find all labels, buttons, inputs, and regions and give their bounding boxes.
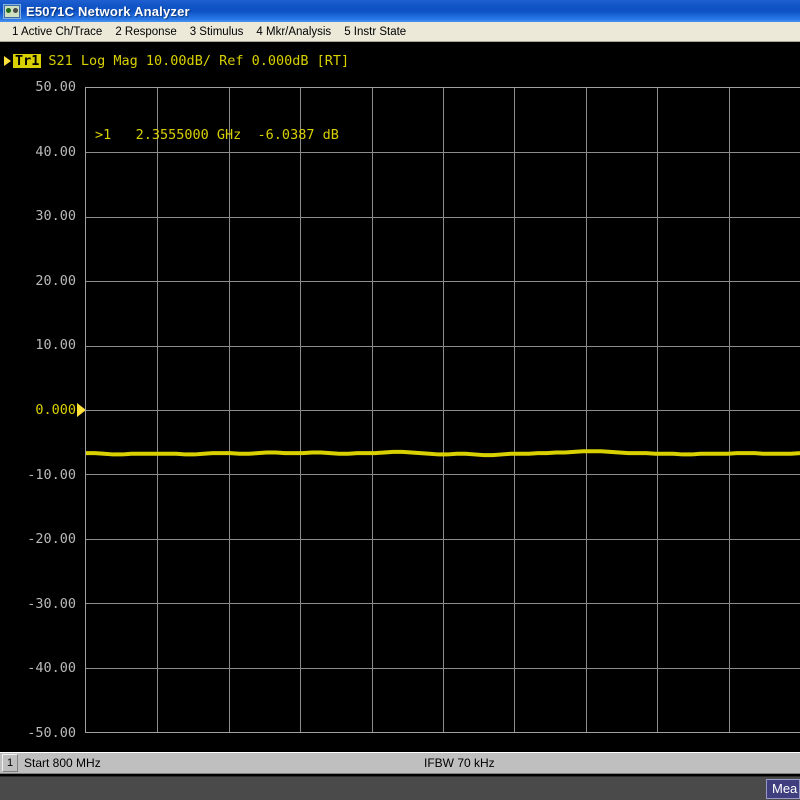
trace-selected-arrow-icon (4, 56, 11, 66)
instrument-statusbar: 1 Start 800 MHz IFBW 70 kHz (0, 752, 800, 774)
y-tick-label-50: 50.00 (35, 79, 76, 95)
window-title: E5071C Network Analyzer (26, 4, 190, 19)
y-tick-label-30: 30.00 (35, 208, 76, 224)
instrument-icon (3, 4, 21, 19)
stimulus-start-label[interactable]: Start 800 MHz (24, 756, 101, 770)
menu-item-stimulus[interactable]: 3 Stimulus (184, 24, 251, 40)
menu-item-instr-state[interactable]: 5 Instr State (338, 24, 413, 40)
network-analyzer-window: E5071C Network Analyzer 1 Active Ch/Trac… (0, 0, 800, 800)
y-tick-label-neg10: -10.00 (27, 467, 76, 483)
y-axis-labels: 50.00 40.00 30.00 20.00 10.00 0.000 -10.… (0, 87, 80, 733)
trace-tag[interactable]: Tr1 (13, 54, 41, 68)
trace-graph[interactable] (85, 87, 800, 733)
trace-status-line[interactable]: Tr1 S21 Log Mag 10.00dB/ Ref 0.000dB [RT… (4, 53, 349, 69)
taskbar-button-measurement[interactable]: Mea (766, 779, 800, 799)
marker-readout: >1 2.3555000 GHz -6.0387 dB (95, 127, 339, 143)
instrument-display: Tr1 S21 Log Mag 10.00dB/ Ref 0.000dB [RT… (0, 42, 800, 752)
s21-trace-curve (86, 88, 800, 732)
channel-indicator[interactable]: 1 (2, 754, 18, 772)
y-tick-label-neg50: -50.00 (27, 725, 76, 741)
menu-item-mkr-analysis[interactable]: 4 Mkr/Analysis (250, 24, 338, 40)
ifbw-label[interactable]: IFBW 70 kHz (424, 756, 495, 770)
trace-description: S21 Log Mag 10.00dB/ Ref 0.000dB [RT] (48, 53, 349, 69)
menubar: 1 Active Ch/Trace 2 Response 3 Stimulus … (0, 22, 800, 42)
y-tick-label-40: 40.00 (35, 144, 76, 160)
y-tick-label-20: 20.00 (35, 273, 76, 289)
y-tick-label-neg30: -30.00 (27, 596, 76, 612)
y-tick-label-ref: 0.000 (35, 402, 76, 418)
menu-item-response[interactable]: 2 Response (109, 24, 183, 40)
y-tick-label-10: 10.00 (35, 337, 76, 353)
taskbar: Mea (0, 776, 800, 800)
menu-item-active-ch-trace[interactable]: 1 Active Ch/Trace (6, 24, 109, 40)
y-tick-label-neg40: -40.00 (27, 660, 76, 676)
window-titlebar: E5071C Network Analyzer (0, 0, 800, 22)
y-tick-label-neg20: -20.00 (27, 531, 76, 547)
